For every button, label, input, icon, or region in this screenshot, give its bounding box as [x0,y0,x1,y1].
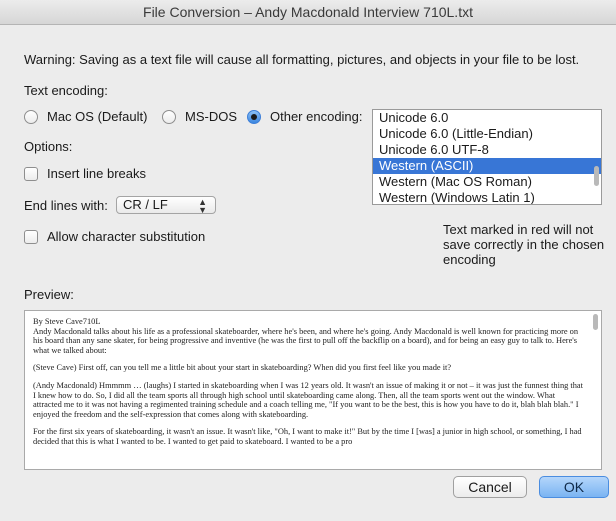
warning-text: Warning: Saving as a text file will caus… [24,52,580,67]
radio-mac-os[interactable] [24,110,38,124]
encoding-option[interactable]: Western (Windows Latin 1) [373,190,601,204]
file-conversion-dialog: Warning: Saving as a text file will caus… [0,25,616,521]
allow-substitution-checkbox[interactable] [24,230,38,244]
preview-label: Preview: [24,287,74,302]
preview-text: By Steve Cave710L Andy Macdonald talks a… [33,317,585,455]
encoding-option[interactable]: Unicode 6.0 [373,110,601,126]
encoding-option[interactable]: Unicode 6.0 UTF-8 [373,142,601,158]
radio-mac-os-label[interactable]: Mac OS (Default) [47,109,147,124]
window-title: File Conversion – Andy Macdonald Intervi… [0,0,616,25]
ok-button[interactable]: OK [539,476,609,498]
text-encoding-label: Text encoding: [24,83,108,98]
allow-substitution-label[interactable]: Allow character substitution [47,229,205,244]
radio-other-encoding[interactable] [247,110,261,124]
encoding-listbox[interactable]: Unicode 6.0 Unicode 6.0 (Little-Endian) … [372,109,602,205]
end-lines-value: CR / LF [123,197,168,212]
preview-paragraph: (Steve Cave) First off, can you tell me … [33,363,452,373]
red-text-note: Text marked in red will not save correct… [443,222,605,267]
preview-pane[interactable]: By Steve Cave710L Andy Macdonald talks a… [24,310,602,470]
radio-other-encoding-label[interactable]: Other encoding: [270,109,363,124]
chevron-updown-icon: ▲ ▼ [198,197,207,215]
preview-paragraph: (Andy Macdonald) Hmmmm … (laughs) I star… [33,380,583,419]
listbox-scrollbar[interactable] [594,166,599,186]
preview-paragraph: By Steve Cave710L Andy Macdonald talks a… [33,317,579,355]
encoding-option[interactable]: Unicode 6.0 (Little-Endian) [373,126,601,142]
radio-ms-dos[interactable] [162,110,176,124]
radio-ms-dos-label[interactable]: MS-DOS [185,109,237,124]
insert-line-breaks-label[interactable]: Insert line breaks [47,166,146,181]
cancel-button[interactable]: Cancel [453,476,527,498]
preview-paragraph: For the first six years of skateboarding… [33,427,582,446]
insert-line-breaks-checkbox[interactable] [24,167,38,181]
end-lines-label: End lines with: [24,198,108,213]
end-lines-select[interactable]: CR / LF ▲ ▼ [116,196,216,215]
encoding-option-selected[interactable]: Western (ASCII) [373,158,601,174]
preview-scrollbar[interactable] [593,314,598,330]
options-label: Options: [24,139,73,154]
encoding-option[interactable]: Western (Mac OS Roman) [373,174,601,190]
